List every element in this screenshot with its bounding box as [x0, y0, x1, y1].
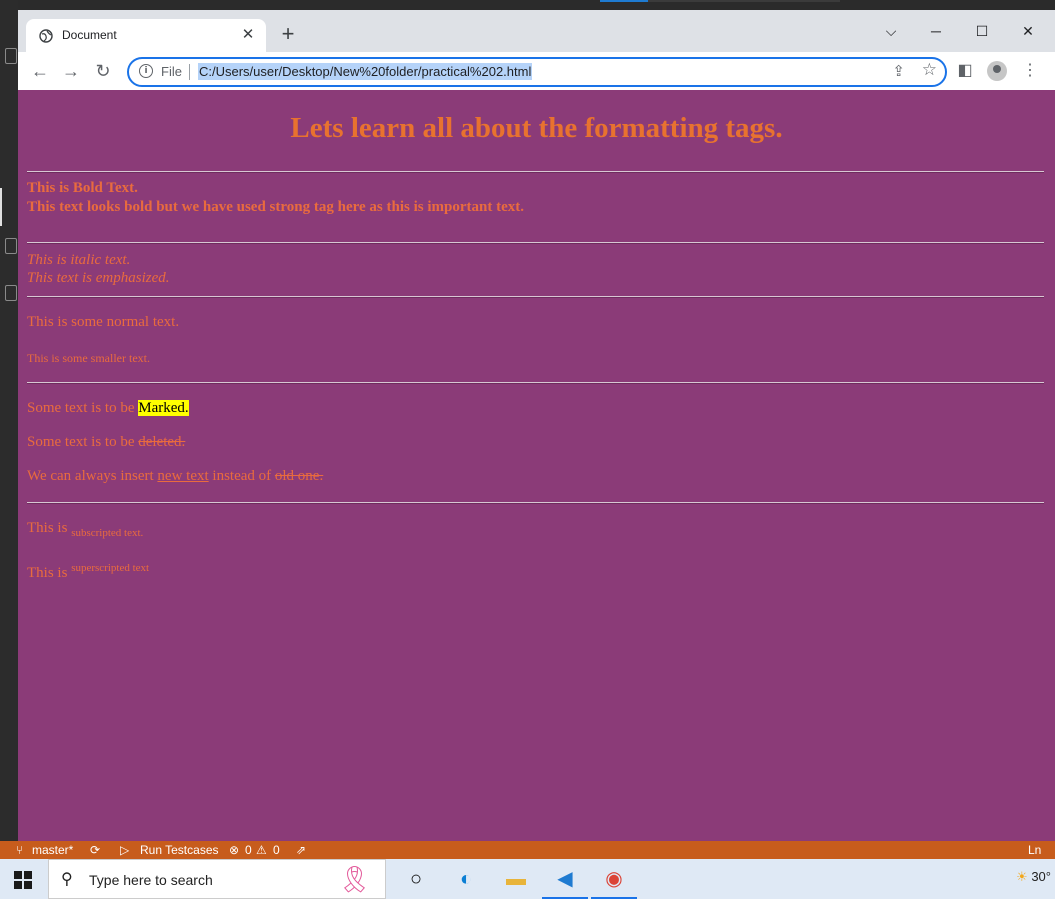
- tab-search-chevron-icon[interactable]: ⌵: [871, 16, 911, 46]
- minimize-button[interactable]: ─: [916, 16, 956, 46]
- side-panel-icon[interactable]: ◧: [955, 61, 975, 81]
- emphasized-text: This text is emphasized.: [27, 270, 170, 286]
- maximize-button[interactable]: ☐: [962, 16, 1002, 46]
- share-icon[interactable]: ⇪: [892, 62, 905, 80]
- vscode-status-bar: ⑂ master* ⟳ ▷ Run Testcases ⊗ 0 ⚠ 0 ⇗ Ln…: [0, 841, 1055, 871]
- mark-prefix: Some text is to be: [27, 400, 139, 416]
- tab-document[interactable]: Document ✕: [26, 19, 266, 53]
- superscript-text: superscripted text: [71, 562, 150, 574]
- superscript-prefix: This is: [27, 565, 72, 581]
- horizontal-rule: [27, 382, 1044, 384]
- address-bar[interactable]: i File C:/Users/user/Desktop/New%20folde…: [127, 57, 947, 87]
- italic-text: This is italic text.: [27, 252, 131, 268]
- horizontal-rule: [27, 502, 1044, 504]
- warning-icon[interactable]: ⚠: [256, 843, 267, 857]
- tab-strip: Document ✕ + ⌵ ─ ☐ ✕: [18, 10, 1055, 53]
- vscode-title-accent: [600, 0, 648, 2]
- chrome-icon[interactable]: ◉: [600, 865, 628, 893]
- error-count[interactable]: 0: [245, 843, 252, 857]
- git-branch-icon[interactable]: ⑂: [16, 843, 23, 857]
- close-window-button[interactable]: ✕: [1008, 16, 1048, 46]
- vscode-icon[interactable]: ◀: [551, 865, 579, 893]
- edge-icon[interactable]: ◐: [452, 865, 480, 893]
- run-icon[interactable]: ▷: [120, 843, 129, 857]
- file-explorer-icon[interactable]: ▬: [502, 865, 530, 893]
- temperature: 30°: [1031, 869, 1051, 884]
- page-heading: Lets learn all about the formatting tags…: [290, 112, 783, 144]
- tab-title: Document: [62, 28, 117, 42]
- delete-prefix: Some text is to be: [27, 434, 139, 450]
- profile-avatar-icon[interactable]: [987, 61, 1007, 81]
- new-tab-button[interactable]: +: [276, 23, 300, 47]
- awareness-ribbon-icon: 🎗: [337, 864, 371, 894]
- subscript-text: subscripted text.: [71, 527, 144, 539]
- task-view-icon[interactable]: ○: [402, 865, 430, 893]
- extensions-icon[interactable]: [5, 238, 17, 254]
- browser-window: Document ✕ + ⌵ ─ ☐ ✕ ← → ↻ i File C:/Use…: [18, 10, 1055, 841]
- warning-count[interactable]: 0: [273, 843, 280, 857]
- globe-icon: [39, 29, 53, 43]
- scheme-label: File: [161, 64, 182, 79]
- weather-icon: ☀: [1016, 869, 1028, 884]
- inserted-text: new text: [157, 468, 209, 484]
- horizontal-rule: [27, 171, 1044, 173]
- activity-active-indicator: [0, 188, 2, 226]
- marked-text: Marked.: [138, 400, 189, 416]
- explorer-icon[interactable]: [5, 48, 17, 64]
- search-icon: ⚲: [61, 871, 73, 888]
- normal-text: This is some normal text.: [27, 314, 180, 330]
- git-branch[interactable]: master*: [32, 843, 73, 857]
- menu-kebab-icon[interactable]: ⋮: [1020, 61, 1040, 81]
- info-icon[interactable]: i: [139, 64, 153, 78]
- horizontal-rule: [27, 242, 1044, 244]
- error-icon[interactable]: ⊗: [229, 843, 239, 857]
- back-button[interactable]: ←: [28, 59, 52, 83]
- page-content: Lets learn all about the formatting tags…: [18, 90, 1055, 841]
- subscript-line: This is subscripted text.: [27, 520, 143, 539]
- insert-middle: instead of: [208, 468, 275, 484]
- bold-text: This is Bold Text.: [27, 180, 138, 196]
- mark-line: Some text is to be Marked.: [27, 400, 189, 417]
- search-placeholder: Type here to search: [89, 872, 213, 888]
- omnibox-separator: [189, 64, 190, 80]
- old-text: old one.: [274, 468, 324, 484]
- weather-widget[interactable]: ☀ 30°: [1016, 869, 1051, 885]
- vscode-activity-bar: [0, 0, 18, 841]
- bookmark-star-icon[interactable]: ☆: [922, 60, 937, 80]
- superscript-line: This is superscripted text: [27, 562, 149, 582]
- url-text[interactable]: C:/Users/user/Desktop/New%20folder/pract…: [198, 63, 533, 80]
- windows-taskbar: ⚲ Type here to search 🎗 ○ ◐ ▬ ◀ ◉ ☀ 30°: [0, 859, 1055, 899]
- close-tab-icon[interactable]: ✕: [238, 25, 258, 45]
- vscode-title-bar: [648, 0, 840, 2]
- insert-line: We can always insert new text instead of…: [27, 468, 323, 485]
- deleted-text: deleted.: [138, 434, 186, 450]
- taskbar-search-box[interactable]: ⚲ Type here to search 🎗: [48, 859, 386, 899]
- reload-button[interactable]: ↻: [91, 59, 115, 83]
- sync-icon[interactable]: ⟳: [90, 843, 100, 857]
- forward-button[interactable]: →: [59, 59, 83, 83]
- small-text: This is some smaller text.: [27, 351, 150, 365]
- remote-icon[interactable]: [5, 285, 17, 301]
- windows-start-icon[interactable]: [14, 871, 32, 889]
- run-testcases[interactable]: Run Testcases: [140, 843, 219, 857]
- browser-toolbar: ← → ↻ i File C:/Users/user/Desktop/New%2…: [18, 52, 1055, 90]
- live-share-icon[interactable]: ⇗: [296, 843, 306, 857]
- insert-prefix: We can always insert: [27, 468, 158, 484]
- delete-line: Some text is to be deleted.: [27, 434, 185, 451]
- horizontal-rule: [27, 296, 1044, 298]
- strong-text: This text looks bold but we have used st…: [27, 199, 524, 215]
- subscript-prefix: This is: [27, 520, 72, 536]
